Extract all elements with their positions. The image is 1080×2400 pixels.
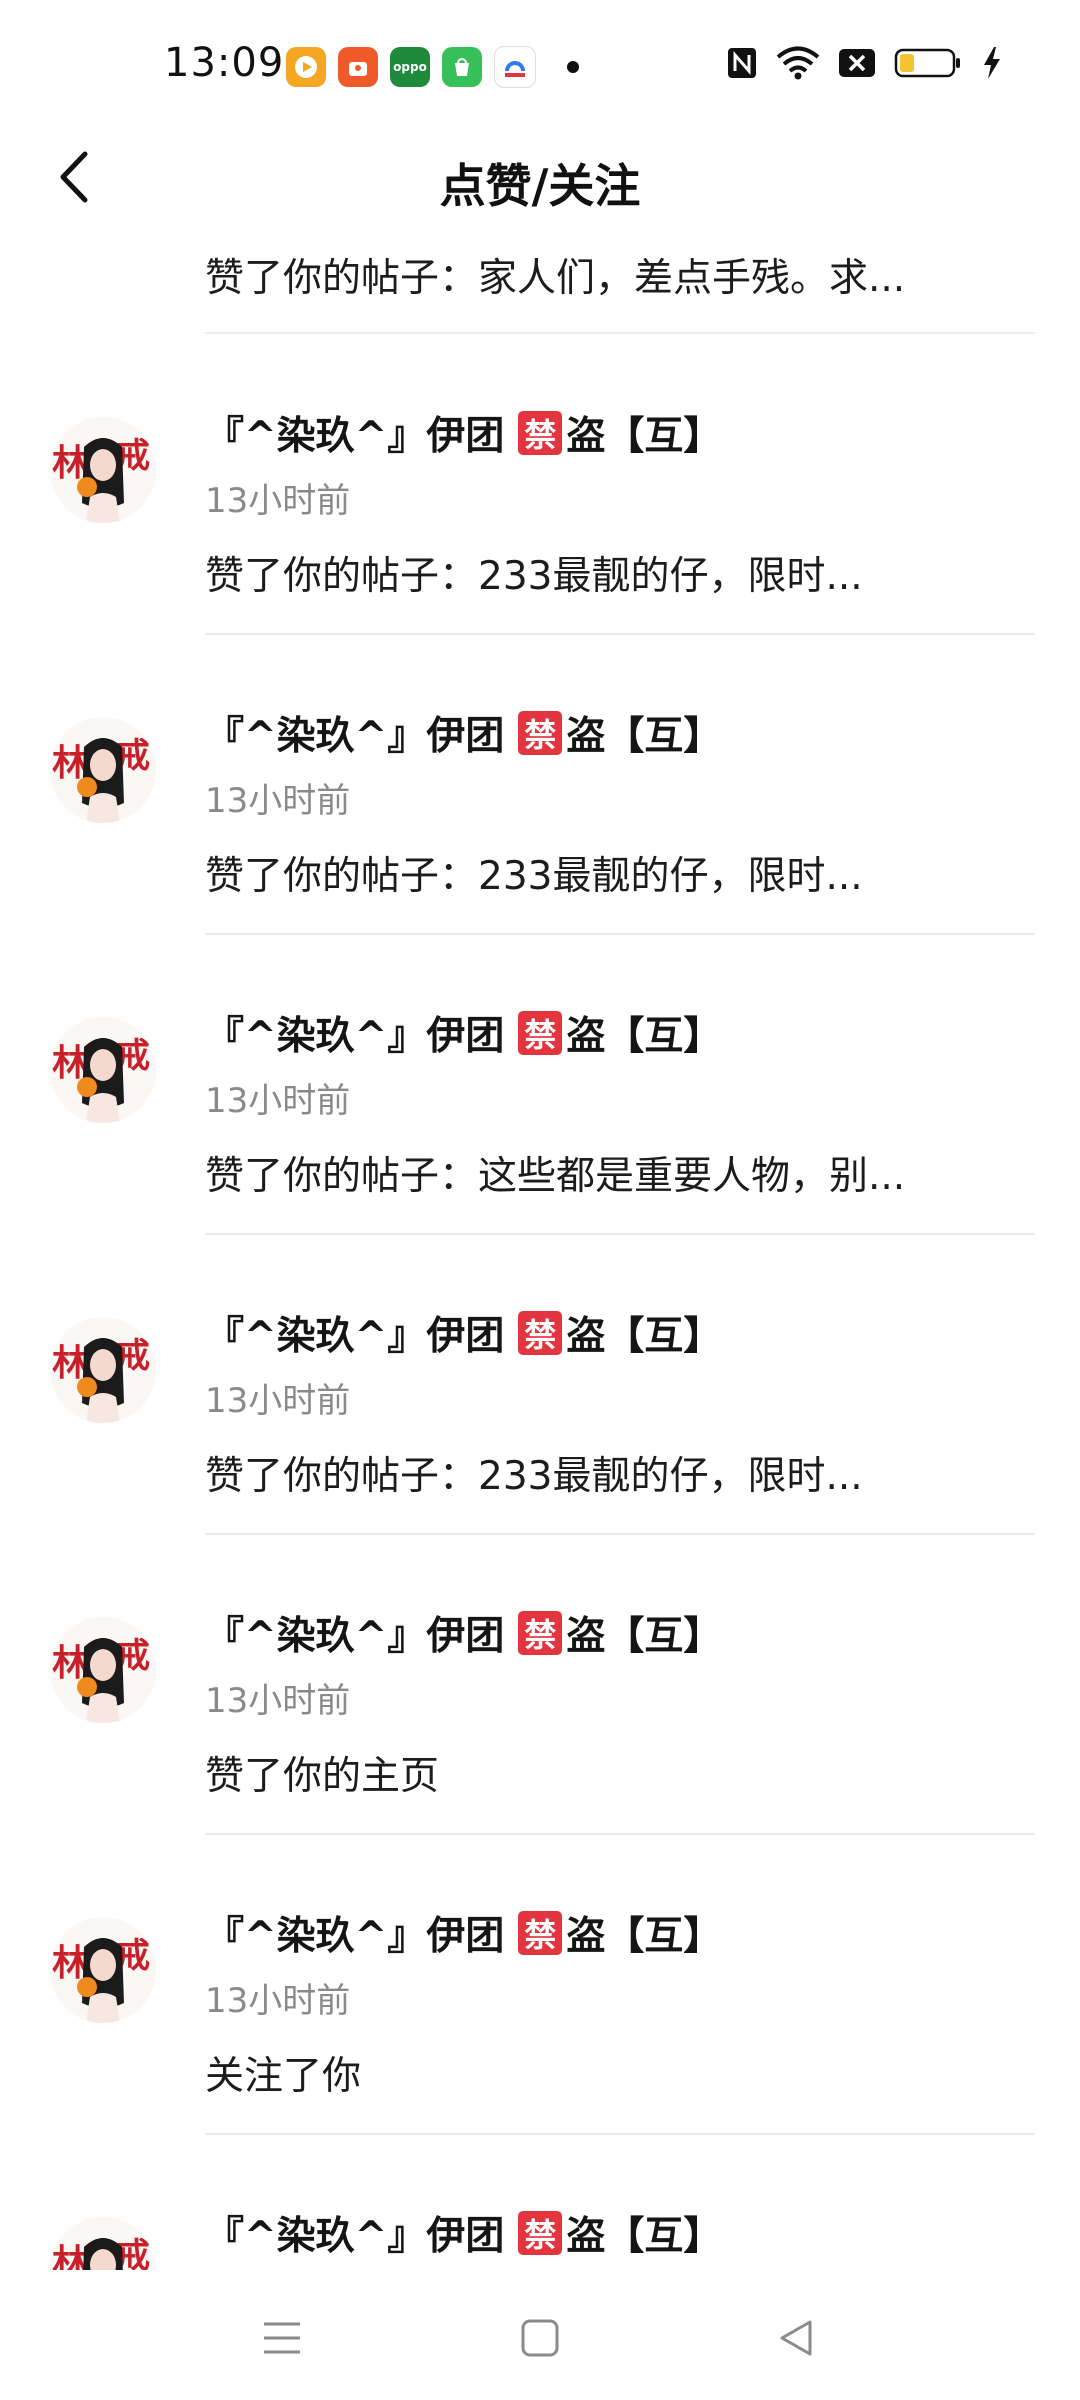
user-name-prefix: 『^染玖^』伊团 xyxy=(205,1014,505,1059)
battery-icon xyxy=(894,47,964,79)
svg-text:林: 林 xyxy=(52,442,88,484)
list-item[interactable]: 林戒『^染玖^』伊团禁盗【互】 xyxy=(0,2135,1080,2270)
menu-icon xyxy=(262,2320,302,2360)
avatar[interactable]: 林戒 xyxy=(50,1317,156,1423)
item-action-text: 赞了你的帖子：家人们，差点手残。求... xyxy=(205,256,906,301)
item-time: 13小时前 xyxy=(205,781,351,821)
item-action-text: 赞了你的帖子：233最靓的仔，限时... xyxy=(205,1454,863,1499)
home-square-icon xyxy=(520,2318,560,2362)
oppo-app-label: oppo xyxy=(393,60,427,74)
user-name-prefix: 『^染玖^』伊团 xyxy=(205,714,505,759)
list-item[interactable]: 林戒『^染玖^』伊团禁盗【互】 13小时前 赞了你的帖子：这些都是重要人物，别... xyxy=(0,935,1080,1235)
user-name-prefix: 『^染玖^』伊团 xyxy=(205,1614,505,1659)
user-name[interactable]: 『^染玖^』伊团禁盗【互】 xyxy=(205,1605,722,1661)
wifi-icon xyxy=(776,46,820,80)
no-sim-icon xyxy=(838,48,876,78)
user-name[interactable]: 『^染玖^』伊团禁盗【互】 xyxy=(205,1905,722,1961)
shopping-app-icon xyxy=(338,47,378,87)
ban-badge: 禁 xyxy=(518,1611,563,1655)
home-button[interactable] xyxy=(510,2310,570,2370)
user-name-suffix: 盗【互】 xyxy=(566,1614,723,1659)
user-name-prefix: 『^染玖^』伊团 xyxy=(205,2214,505,2259)
ban-badge: 禁 xyxy=(518,1011,563,1055)
oppo-app-icon: oppo xyxy=(390,47,430,87)
item-time: 13小时前 xyxy=(205,1681,351,1721)
list-item[interactable]: 林戒『^染玖^』伊团禁盗【互】 13小时前 赞了你的帖子：233最靓的仔，限时... xyxy=(0,635,1080,935)
avatar[interactable]: 林戒 xyxy=(50,1917,156,2023)
list-item[interactable]: 林戒『^染玖^』伊团禁盗【互】 13小时前 赞了你的主页 xyxy=(0,1535,1080,1835)
user-name-suffix: 盗【互】 xyxy=(566,2214,723,2259)
list-item-partial[interactable]: 赞了你的帖子：家人们，差点手残。求... xyxy=(0,235,1080,341)
item-time: 13小时前 xyxy=(205,481,351,521)
store-app-icon xyxy=(442,47,482,87)
charging-icon xyxy=(982,46,1002,80)
page-header: 点赞/关注 xyxy=(0,130,1080,235)
item-action-text: 赞了你的帖子：233最靓的仔，限时... xyxy=(205,854,863,899)
notification-list[interactable]: 赞了你的帖子：家人们，差点手残。求... 林戒『^染玖^』伊团禁盗【互】 13小时… xyxy=(0,235,1080,2270)
status-time: 13:09 xyxy=(164,40,285,86)
browser-app-icon xyxy=(494,46,536,88)
user-name[interactable]: 『^染玖^』伊团禁盗【互】 xyxy=(205,1005,722,1061)
avatar[interactable]: 林戒 xyxy=(50,1017,156,1123)
list-item[interactable]: 林戒『^染玖^』伊团禁盗【互】 13小时前 赞了你的帖子：233最靓的仔，限时... xyxy=(0,1235,1080,1535)
ban-badge: 禁 xyxy=(518,2211,563,2255)
svg-text:林: 林 xyxy=(52,2242,88,2270)
item-action-text: 关注了你 xyxy=(205,2054,362,2099)
avatar[interactable]: 林戒 xyxy=(50,417,156,523)
ban-badge: 禁 xyxy=(518,1911,563,1955)
svg-text:林: 林 xyxy=(52,1042,88,1084)
list-item[interactable]: 林戒『^染玖^』伊团禁盗【互】 13小时前 赞了你的帖子：233最靓的仔，限时... xyxy=(0,335,1080,635)
notification-dot xyxy=(567,61,579,73)
back-triangle-icon xyxy=(776,2318,816,2362)
user-name[interactable]: 『^染玖^』伊团禁盗【互】 xyxy=(205,405,722,461)
user-name-prefix: 『^染玖^』伊团 xyxy=(205,414,505,459)
user-name-prefix: 『^染玖^』伊团 xyxy=(205,1914,505,1959)
status-app-icons: oppo xyxy=(286,46,536,88)
user-name-suffix: 盗【互】 xyxy=(566,1014,723,1059)
user-name[interactable]: 『^染玖^』伊团禁盗【互】 xyxy=(205,705,722,761)
nfc-icon xyxy=(726,46,758,80)
user-name-suffix: 盗【互】 xyxy=(566,414,723,459)
ban-badge: 禁 xyxy=(518,711,563,755)
ban-badge: 禁 xyxy=(518,411,563,455)
avatar[interactable]: 林戒 xyxy=(50,2217,156,2270)
item-action-text: 赞了你的帖子：这些都是重要人物，别... xyxy=(205,1154,906,1199)
ban-badge: 禁 xyxy=(518,1311,563,1355)
item-time: 13小时前 xyxy=(205,1381,351,1421)
status-bar: 13:09 oppo xyxy=(0,0,1080,130)
divider xyxy=(205,332,1035,334)
svg-text:林: 林 xyxy=(52,1942,88,1984)
user-name-suffix: 盗【互】 xyxy=(566,714,723,759)
avatar[interactable]: 林戒 xyxy=(50,717,156,823)
video-app-icon xyxy=(286,47,326,87)
item-action-text: 赞了你的帖子：233最靓的仔，限时... xyxy=(205,554,863,599)
avatar[interactable]: 林戒 xyxy=(50,1617,156,1723)
status-indicators xyxy=(726,46,1002,80)
user-name[interactable]: 『^染玖^』伊团禁盗【互】 xyxy=(205,1305,722,1361)
item-time: 13小时前 xyxy=(205,1981,351,2021)
system-nav-bar xyxy=(0,2270,1080,2400)
menu-button[interactable] xyxy=(252,2310,312,2370)
svg-text:林: 林 xyxy=(52,1342,88,1384)
user-name-suffix: 盗【互】 xyxy=(566,1914,723,1959)
page-title: 点赞/关注 xyxy=(439,159,641,213)
user-name-prefix: 『^染玖^』伊团 xyxy=(205,1314,505,1359)
user-name[interactable]: 『^染玖^』伊团禁盗【互】 xyxy=(205,2205,722,2261)
svg-text:林: 林 xyxy=(52,742,88,784)
list-item[interactable]: 林戒『^染玖^』伊团禁盗【互】 13小时前 关注了你 xyxy=(0,1835,1080,2135)
system-back-button[interactable] xyxy=(766,2310,826,2370)
user-name-suffix: 盗【互】 xyxy=(566,1314,723,1359)
svg-text:林: 林 xyxy=(52,1642,88,1684)
item-action-text: 赞了你的主页 xyxy=(205,1754,440,1799)
item-time: 13小时前 xyxy=(205,1081,351,1121)
